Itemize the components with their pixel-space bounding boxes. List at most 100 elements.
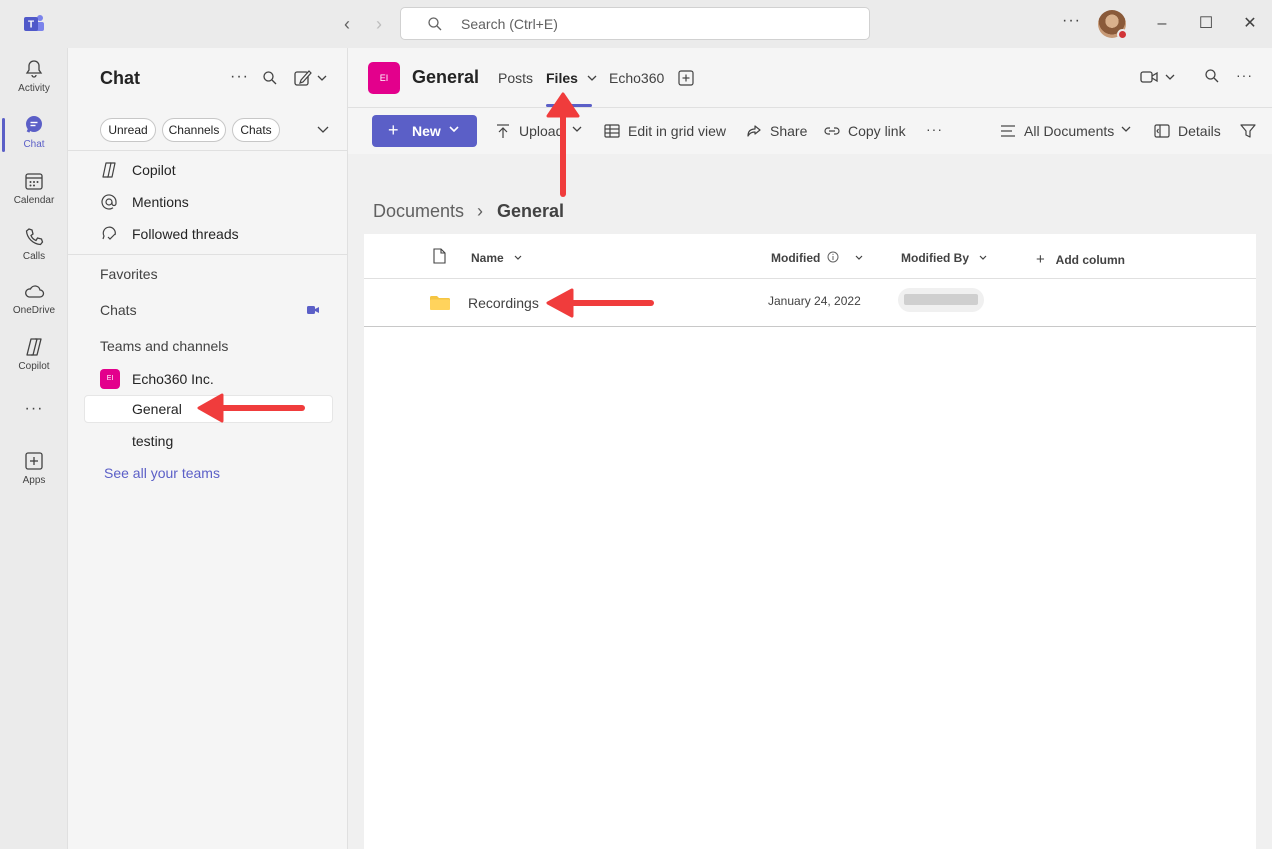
divider <box>68 254 347 255</box>
rail-chat[interactable]: Chat <box>0 114 68 166</box>
team-avatar: EI <box>100 369 120 389</box>
teams-logo-icon[interactable]: T <box>22 12 46 36</box>
header-search-icon[interactable] <box>1204 68 1220 84</box>
section-teams-channels[interactable]: Teams and channels <box>100 338 228 354</box>
rail-more-icon[interactable]: ··· <box>0 400 68 424</box>
rail-calls[interactable]: Calls <box>0 226 68 278</box>
app-rail: Activity Chat Calendar Calls OneDrive Co… <box>0 48 68 849</box>
column-label: Modified By <box>901 251 969 265</box>
sidebar-title: Chat <box>100 68 140 88</box>
column-label: Add column <box>1055 253 1125 267</box>
sidebar-item-label: Copilot <box>132 162 176 178</box>
folder-icon <box>430 296 450 310</box>
tab-label: Files <box>546 70 578 86</box>
rail-label: Copilot <box>18 361 50 372</box>
chat-icon <box>26 116 42 133</box>
filter-chats[interactable]: Chats <box>232 118 280 142</box>
link-icon <box>824 127 840 135</box>
breadcrumb-separator: › <box>477 201 483 221</box>
chat-sidebar: Chat ··· Unread Channels Chats Copilot M… <box>68 48 348 849</box>
forward-arrow-icon[interactable]: › <box>369 14 389 34</box>
rail-label: Calendar <box>13 195 55 206</box>
file-name-link[interactable]: Recordings <box>468 295 539 311</box>
channel-label: General <box>132 401 182 417</box>
section-favorites[interactable]: Favorites <box>100 266 158 282</box>
see-all-teams-link[interactable]: See all your teams <box>104 465 220 481</box>
toolbar-more-icon[interactable]: ··· <box>926 121 943 137</box>
channel-label: testing <box>132 433 174 449</box>
header-more-icon[interactable]: ··· <box>1236 67 1253 83</box>
maximize-icon[interactable]: ☐ <box>1196 14 1216 34</box>
sidebar-more-icon[interactable]: ··· <box>230 68 249 86</box>
followed-threads-icon <box>102 226 116 240</box>
redacted-name <box>904 294 978 305</box>
share-label: Share <box>770 123 808 139</box>
chevron-down-icon <box>587 75 597 81</box>
column-label: Modified <box>771 251 821 265</box>
filter-channels[interactable]: Channels <box>162 118 226 142</box>
file-type-icon <box>433 248 446 264</box>
tab-echo360[interactable]: Echo360 <box>609 70 664 86</box>
channel-avatar: EI <box>368 62 400 94</box>
share-icon <box>747 125 761 137</box>
rail-onedrive[interactable]: OneDrive <box>0 282 68 334</box>
chevron-down-icon[interactable] <box>316 122 330 136</box>
rail-label: Calls <box>22 251 46 262</box>
add-tab-icon[interactable] <box>678 70 694 86</box>
chevron-down-icon <box>855 255 863 260</box>
chevron-down-icon <box>1121 126 1131 132</box>
list-view-icon <box>1001 125 1015 137</box>
copilot-icon <box>102 162 116 178</box>
column-label: Name <box>471 251 504 265</box>
search-box[interactable]: Search (Ctrl+E) <box>400 7 870 40</box>
upload-icon <box>497 124 509 138</box>
rail-label: Chat <box>23 139 45 150</box>
new-label: New <box>412 123 441 139</box>
plus-icon: + <box>388 120 399 140</box>
close-icon[interactable]: ✕ <box>1240 14 1260 34</box>
sidebar-search-icon[interactable] <box>262 70 278 86</box>
section-chats[interactable]: Chats <box>100 302 137 318</box>
add-column-button[interactable]: + Add column <box>1036 251 1125 268</box>
tab-files[interactable]: Files <box>546 70 598 86</box>
column-header-modified[interactable]: Modified <box>771 251 864 265</box>
rail-label: OneDrive <box>12 305 56 316</box>
header-divider <box>364 278 1256 279</box>
tab-posts[interactable]: Posts <box>498 70 533 86</box>
copilot-icon <box>26 338 42 356</box>
plus-icon: + <box>1036 251 1045 268</box>
new-chat-icon[interactable] <box>294 69 330 87</box>
modified-by-pill[interactable] <box>898 288 984 312</box>
column-header-modified-by[interactable]: Modified By <box>901 251 988 265</box>
view-label: All Documents <box>1024 123 1115 139</box>
rail-copilot[interactable]: Copilot <box>0 336 68 388</box>
user-avatar[interactable] <box>1098 10 1128 40</box>
details-label: Details <box>1178 123 1221 139</box>
svg-text:T: T <box>28 20 34 31</box>
new-button[interactable]: + New <box>372 115 477 147</box>
back-arrow-icon[interactable]: ‹ <box>337 14 357 34</box>
video-call-icon[interactable] <box>1140 68 1178 86</box>
rail-calendar[interactable]: Calendar <box>0 170 68 222</box>
filter-icon[interactable] <box>1240 123 1256 139</box>
chevron-down-icon <box>514 255 522 260</box>
sidebar-item-label: Mentions <box>132 194 189 210</box>
search-placeholder: Search (Ctrl+E) <box>461 16 558 32</box>
copy-link-label: Copy link <box>848 123 906 139</box>
filter-unread[interactable]: Unread <box>100 118 156 142</box>
presence-busy-icon <box>1117 29 1128 40</box>
sidebar-item-label: Followed threads <box>132 226 239 242</box>
files-content: Documents › General Name Modified Modifi… <box>348 154 1272 849</box>
settings-more-icon[interactable]: ··· <box>1062 12 1081 30</box>
cloud-icon <box>25 285 45 298</box>
channel-item-general-selected[interactable] <box>84 395 333 423</box>
rail-activity[interactable]: Activity <box>0 58 68 110</box>
bell-icon <box>25 60 43 78</box>
rail-apps[interactable]: Apps <box>0 450 68 502</box>
column-header-name[interactable]: Name <box>471 251 523 265</box>
search-icon <box>428 17 442 31</box>
grid-icon <box>604 124 620 138</box>
breadcrumb-documents[interactable]: Documents <box>373 201 464 221</box>
breadcrumb: Documents › General <box>373 201 564 222</box>
minimize-icon[interactable]: – <box>1152 14 1172 34</box>
